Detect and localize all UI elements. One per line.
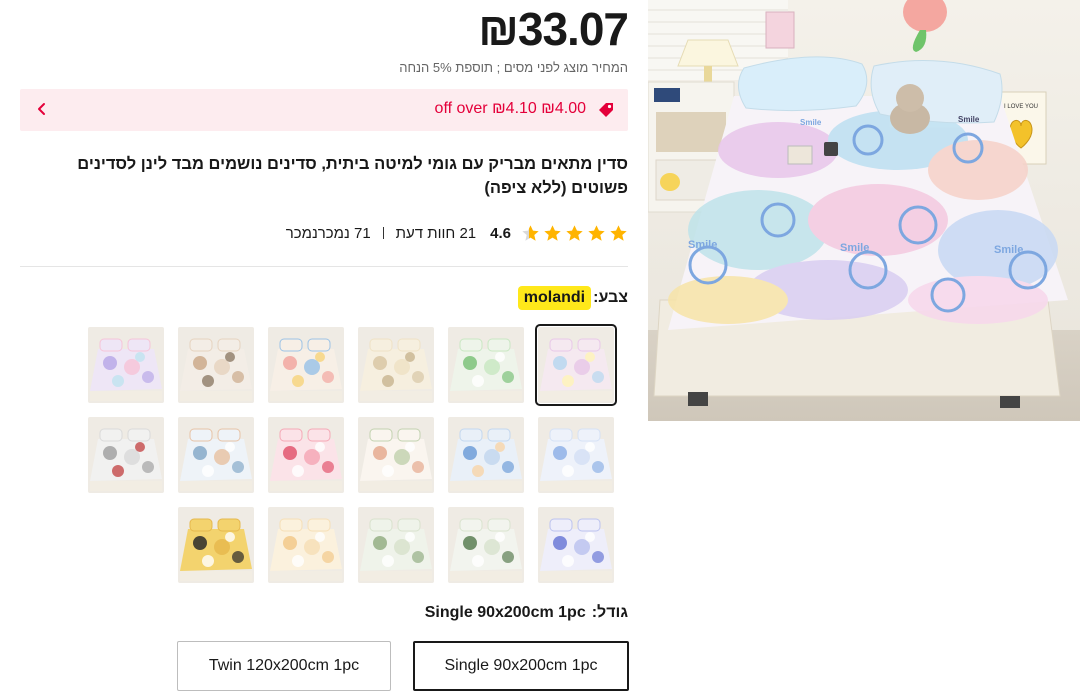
coupon-suffix: off over [434, 100, 488, 117]
color-swatch[interactable] [448, 417, 524, 493]
color-swatch[interactable] [358, 507, 434, 583]
swatch-thumbnail [268, 507, 344, 583]
coupon-text: off over ₪4.10 ₪4.00 [435, 100, 586, 118]
swatch-thumbnail [448, 417, 524, 493]
coupon-discount: ₪4.00 [541, 100, 586, 117]
size-label: גודל: Single 90x200cm 1pc [425, 604, 628, 622]
swatch-thumbnail [268, 417, 344, 493]
color-swatch[interactable] [358, 417, 434, 493]
sheet-text-3: Smile [994, 244, 1023, 256]
swatch-thumbnail [358, 507, 434, 583]
sheet-text-4: Smile [800, 118, 822, 127]
color-swatch[interactable] [178, 327, 254, 403]
sheet-text-1: Smile [688, 239, 717, 251]
swatch-thumbnail [178, 417, 254, 493]
star-icon [610, 224, 627, 241]
swatch-thumbnail [88, 417, 164, 493]
tax-note: המחיר מוצג לפני מסים ; תוספת 5% הנחה [399, 60, 628, 75]
pillow-text: Smile [958, 115, 980, 124]
size-label-text: גודל: [591, 604, 628, 621]
color-swatch[interactable] [535, 324, 617, 406]
color-swatch[interactable] [178, 417, 254, 493]
swatch-thumbnail [538, 417, 614, 493]
selected-size-value: Single 90x200cm 1pc [424, 604, 586, 621]
price: ₪33.07 [478, 2, 629, 56]
swatch-thumbnail [178, 507, 254, 583]
swatch-thumbnail [538, 327, 614, 403]
swatch-thumbnail [88, 327, 164, 403]
swatch-thumbnail [448, 507, 524, 583]
coupon-tag-icon [596, 100, 616, 120]
color-swatch[interactable] [448, 507, 524, 583]
color-label-text: צבע: [593, 289, 628, 306]
color-swatch[interactable] [268, 327, 344, 403]
color-swatch[interactable] [358, 327, 434, 403]
swatch-thumbnail [448, 327, 524, 403]
color-swatch[interactable] [538, 507, 614, 583]
swatch-thumbnail [268, 327, 344, 403]
color-swatch[interactable] [268, 507, 344, 583]
rating-stars [521, 224, 628, 243]
size-option-twin[interactable]: Twin 120x200cm 1pc [177, 641, 391, 691]
section-divider [20, 266, 628, 267]
price-amount: 33.07 [517, 3, 629, 55]
color-swatch[interactable] [88, 327, 164, 403]
star-icon [522, 224, 539, 241]
rating-row[interactable]: 4.6 21 חוות דעת 71 נמכרנמכר [286, 222, 628, 244]
swatch-thumbnail [538, 507, 614, 583]
divider [382, 227, 384, 239]
swatch-thumbnail [358, 417, 434, 493]
bed-photo: I LOVE YOU Smile Smile Smile Smile Smile [648, 0, 1080, 421]
coupon-banner[interactable]: off over ₪4.10 ₪4.00 [20, 89, 628, 131]
chevron-left-icon[interactable] [34, 99, 50, 119]
color-swatch[interactable] [88, 417, 164, 493]
sheet-text-2: Smile [840, 242, 869, 254]
star-icon [544, 224, 561, 241]
coupon-threshold: ₪4.10 [492, 100, 537, 117]
star-icon [566, 224, 583, 241]
color-swatch[interactable] [538, 417, 614, 493]
sold-count: 71 נמכרנמכר [285, 224, 371, 242]
product-details-panel: ₪33.07 המחיר מוצג לפני מסים ; תוספת 5% ה… [0, 0, 640, 695]
star-icon [588, 224, 605, 241]
selected-color-value: molandi [517, 286, 592, 310]
rating-value: 4.6 [490, 224, 511, 242]
sign-text: I LOVE YOU [1004, 104, 1038, 110]
color-swatch[interactable] [178, 507, 254, 583]
swatch-thumbnail [178, 327, 254, 403]
product-title: סדין מתאים מבריק עם גומי למיטה ביתית, סד… [77, 155, 628, 197]
size-option-single[interactable]: Single 90x200cm 1pc [413, 641, 629, 691]
product-main-image[interactable]: I LOVE YOU Smile Smile Smile Smile Smile [648, 0, 1080, 421]
swatch-thumbnail [358, 327, 434, 403]
reviews-count[interactable]: 21 חוות דעת [396, 225, 476, 242]
currency-symbol: ₪ [478, 3, 519, 55]
color-swatch[interactable] [268, 417, 344, 493]
color-label: צבע: molandi [517, 286, 628, 310]
color-swatch[interactable] [448, 327, 524, 403]
